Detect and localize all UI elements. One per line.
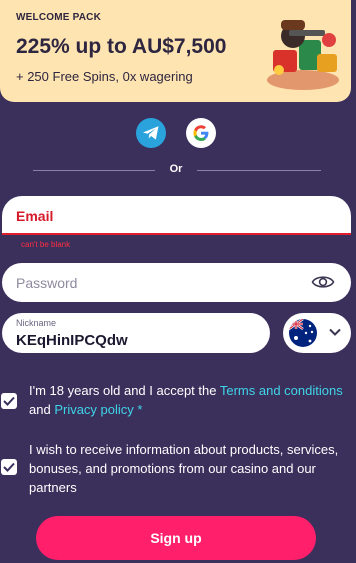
password-placeholder: Password (16, 275, 78, 291)
promo-title: 225% up to AU$7,500 (16, 35, 227, 58)
promo-tag: WELCOME PACK (16, 12, 101, 23)
divider-or: Or (169, 163, 183, 175)
show-password-eye-icon[interactable] (311, 273, 335, 291)
promo-illustration-icon (267, 20, 339, 90)
divider-line-right (197, 170, 321, 171)
nickname-field[interactable]: Nickname KEqHinIPCQdw (2, 313, 270, 353)
checkmark-icon (3, 396, 15, 406)
email-placeholder: Email (16, 208, 54, 224)
divider-line-left (33, 170, 155, 171)
and-text: and (29, 402, 55, 417)
google-login-button[interactable] (186, 118, 216, 148)
age-terms-prefix: I'm 18 years old and I accept the (29, 383, 220, 398)
checkmark-icon (3, 462, 15, 472)
sign-up-button[interactable]: Sign up (36, 516, 316, 560)
password-field[interactable]: Password (2, 263, 351, 302)
terms-link[interactable]: Terms and conditions (220, 383, 343, 398)
chevron-down-icon (329, 328, 341, 336)
age-terms-text: I'm 18 years old and I accept the Terms … (29, 381, 347, 419)
welcome-pack-banner[interactable]: WELCOME PACK 225% up to AU$7,500 + 250 F… (0, 0, 351, 102)
nickname-value[interactable]: KEqHinIPCQdw (16, 332, 128, 349)
email-error-message: can't be blank (21, 240, 71, 249)
nickname-label: Nickname (16, 318, 57, 328)
required-mark: * (133, 402, 143, 417)
marketing-consent-text: I wish to receive information about prod… (29, 442, 339, 495)
promo-subtitle: + 250 Free Spins, 0x wagering (16, 69, 193, 84)
country-select[interactable] (283, 313, 351, 353)
privacy-policy-link[interactable]: Privacy policy (54, 402, 133, 417)
marketing-checkbox[interactable] (1, 459, 17, 475)
telegram-icon (143, 126, 159, 140)
australia-flag-icon (289, 319, 317, 347)
age-terms-checkbox[interactable] (1, 393, 17, 409)
google-icon (193, 125, 209, 141)
telegram-login-button[interactable] (136, 118, 166, 148)
email-field[interactable]: Email (2, 196, 351, 235)
